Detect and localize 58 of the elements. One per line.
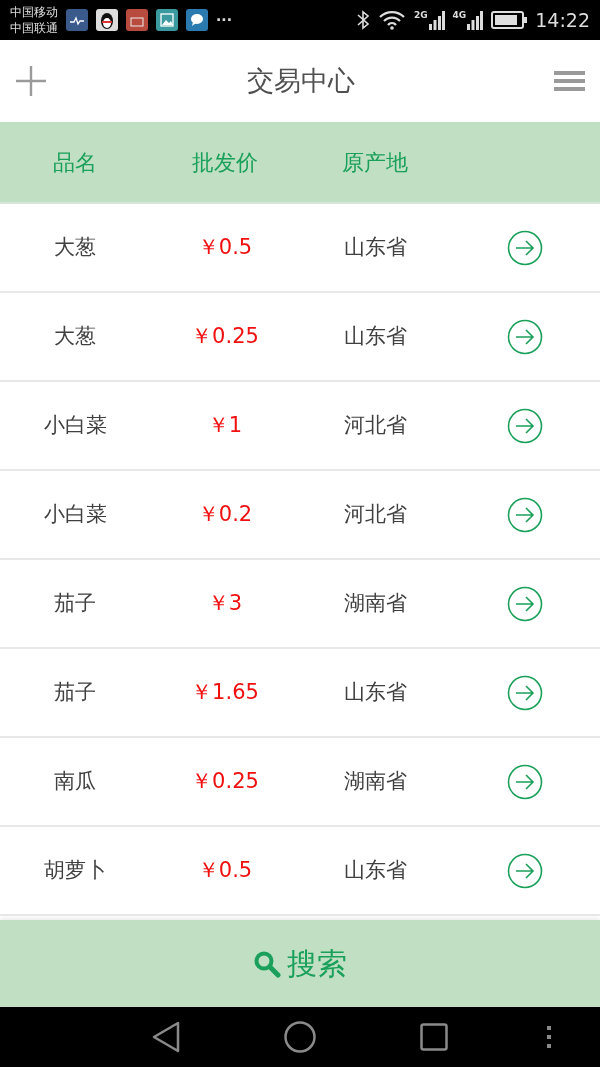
home-icon[interactable] bbox=[284, 1021, 316, 1053]
price-cell-text: ￥0.5 bbox=[197, 856, 253, 884]
table-cell-text: 河北省 bbox=[343, 500, 407, 528]
table-cell-text: 山东省 bbox=[343, 322, 407, 350]
arrow-circle-icon[interactable] bbox=[507, 852, 543, 889]
arrow-circle-icon[interactable] bbox=[507, 585, 543, 622]
arrow-circle-icon[interactable] bbox=[507, 407, 543, 444]
table-cell-text: 胡萝卜 bbox=[43, 856, 107, 884]
price-cell-text: ￥1 bbox=[207, 411, 243, 439]
page-title: 交易中心 bbox=[246, 63, 355, 98]
recent-apps-icon[interactable] bbox=[420, 1023, 448, 1051]
battery-icon bbox=[491, 11, 528, 29]
table-cell-text: 山东省 bbox=[343, 233, 407, 261]
message-app-icon bbox=[186, 9, 208, 31]
network-type-label: 2G bbox=[413, 10, 428, 20]
column-header: 批发价 bbox=[192, 148, 258, 177]
table-cell-text: 小白菜 bbox=[43, 411, 107, 439]
search-icon bbox=[253, 949, 281, 978]
clock-label: 14:22 bbox=[535, 7, 590, 33]
signal-icon bbox=[467, 10, 484, 30]
table-cell-text: 湖南省 bbox=[343, 767, 407, 795]
overflow-menu-icon[interactable] bbox=[546, 1025, 552, 1049]
table-cell-text: 湖南省 bbox=[343, 589, 407, 617]
table-cell-text: 大葱 bbox=[54, 233, 96, 261]
table-cell-text: 山东省 bbox=[343, 678, 407, 706]
price-cell-text: ￥0.2 bbox=[197, 500, 253, 528]
price-cell-text: ￥0.5 bbox=[197, 233, 253, 261]
price-cell-text: ￥0.25 bbox=[191, 767, 259, 795]
table-cell-text: 小白菜 bbox=[43, 500, 107, 528]
arrow-circle-icon[interactable] bbox=[507, 229, 543, 266]
network-type-label: 4G bbox=[452, 10, 467, 20]
carrier-label: 中国移动 bbox=[10, 4, 58, 20]
back-icon[interactable] bbox=[152, 1021, 180, 1053]
arrow-circle-icon[interactable] bbox=[507, 318, 543, 355]
add-icon[interactable] bbox=[15, 65, 47, 97]
column-header: 原产地 bbox=[342, 148, 408, 177]
more-notifications-label: ··· bbox=[216, 10, 232, 30]
table-cell-text: 大葱 bbox=[54, 322, 96, 350]
table-cell-text: 茄子 bbox=[54, 589, 96, 617]
table-cell-text: 河北省 bbox=[343, 411, 407, 439]
health-app-icon bbox=[66, 9, 88, 31]
arrow-circle-icon[interactable] bbox=[507, 763, 543, 800]
bluetooth-icon bbox=[355, 10, 370, 30]
table-cell-text: 茄子 bbox=[54, 678, 96, 706]
price-cell-text: ￥3 bbox=[207, 589, 243, 617]
search-button[interactable]: 搜索 bbox=[0, 920, 600, 1007]
price-cell-text: ￥1.65 bbox=[191, 678, 259, 706]
column-header: 品名 bbox=[53, 148, 97, 177]
carrier-label: 中国联通 bbox=[10, 20, 58, 36]
table-cell-text: 山东省 bbox=[343, 856, 407, 884]
arrow-circle-icon[interactable] bbox=[507, 674, 543, 711]
menu-icon[interactable] bbox=[554, 70, 585, 92]
table-cell-text: 南瓜 bbox=[54, 767, 96, 795]
gallery-app-icon bbox=[156, 9, 178, 31]
wifi-icon bbox=[377, 10, 406, 30]
price-cell-text: ￥0.25 bbox=[191, 322, 259, 350]
arrow-circle-icon[interactable] bbox=[507, 496, 543, 533]
signal-icon bbox=[428, 10, 445, 30]
